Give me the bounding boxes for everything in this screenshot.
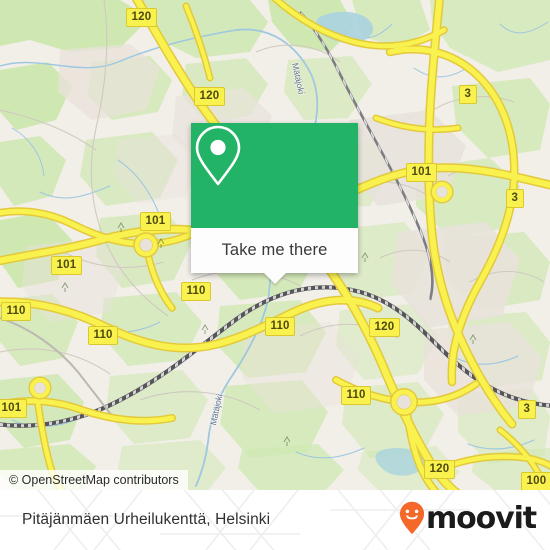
moovit-smiley-pin-icon <box>399 501 425 540</box>
road-shield: 110 <box>265 317 296 336</box>
road-shield: 3 <box>506 189 524 208</box>
road-shield: 101 <box>51 256 82 275</box>
road-shield: 3 <box>459 85 477 104</box>
take-me-there-panel[interactable]: Take me there <box>191 228 358 284</box>
moovit-place-screenshot: 120 120 3 101 3 101 101 110 110 110 110 … <box>0 0 550 550</box>
place-info-card[interactable]: Take me there <box>191 123 358 284</box>
osm-attribution[interactable]: © OpenStreetMap contributors <box>0 470 188 490</box>
page-title: Pitäjänmäen Urheilukenttä, Helsinki <box>22 511 271 528</box>
road-shield: 100 <box>521 472 550 490</box>
road-shield: 120 <box>194 87 225 106</box>
footer-bar: Pitäjänmäen Urheilukenttä, Helsinki moov… <box>0 490 550 550</box>
road-shield: 101 <box>140 212 171 231</box>
place-pin-panel <box>191 123 358 228</box>
road-shield: 101 <box>0 399 27 418</box>
road-shield: 3 <box>518 400 536 419</box>
road-shield: 120 <box>369 318 400 337</box>
moovit-wordmark: moovit <box>425 501 537 536</box>
road-shield: 101 <box>406 163 437 182</box>
road-shield: 110 <box>181 282 212 301</box>
road-shield: 120 <box>126 8 157 27</box>
moovit-logo[interactable]: moovit <box>399 490 537 550</box>
road-shield: 120 <box>424 460 455 479</box>
road-shield: 110 <box>341 386 372 405</box>
map-canvas[interactable]: 120 120 3 101 3 101 101 110 110 110 110 … <box>0 0 550 490</box>
road-shield: 110 <box>1 302 32 321</box>
card-pointer-tail <box>263 273 286 284</box>
take-me-there-button[interactable]: Take me there <box>222 241 328 260</box>
road-shield: 110 <box>88 326 119 345</box>
